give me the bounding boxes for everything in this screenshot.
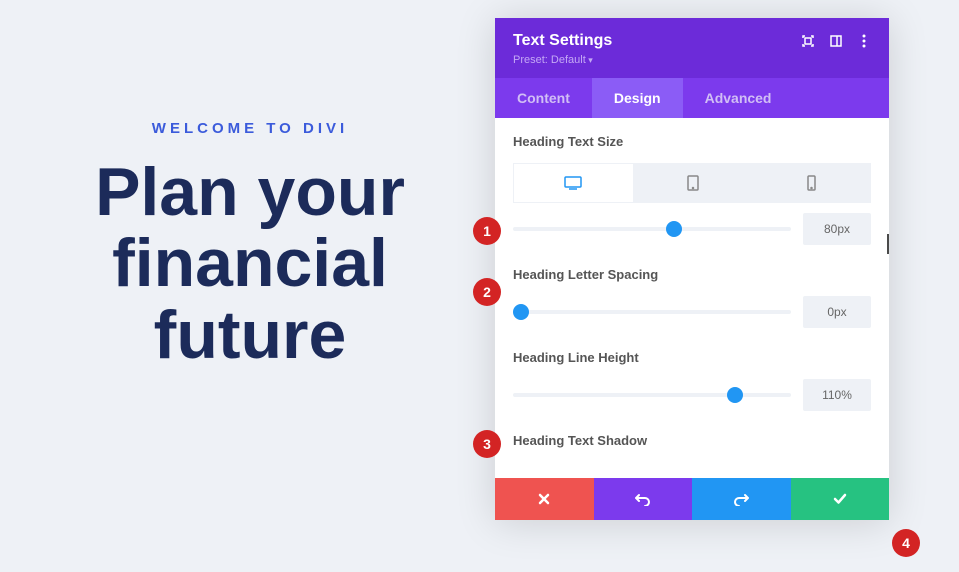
annotation-badge-3: 3 xyxy=(473,430,501,458)
letter-spacing-input[interactable] xyxy=(803,296,871,328)
cancel-button[interactable] xyxy=(495,478,594,520)
text-size-slider[interactable] xyxy=(513,227,791,231)
eyebrow-text: WELCOME TO DIVI xyxy=(50,120,450,137)
annotation-badge-1: 1 xyxy=(473,217,501,245)
panel-header: Text Settings Preset: Default xyxy=(495,18,889,78)
heading-text-size-label: Heading Text Size xyxy=(513,134,871,149)
device-desktop-button[interactable] xyxy=(513,163,634,203)
expand-icon[interactable] xyxy=(801,34,815,48)
text-shadow-label: Heading Text Shadow xyxy=(513,433,871,448)
text-size-input[interactable] xyxy=(803,213,871,245)
letter-spacing-slider-thumb[interactable] xyxy=(513,304,529,320)
confirm-button[interactable] xyxy=(791,478,890,520)
annotation-badge-2: 2 xyxy=(473,278,501,306)
line-height-label: Heading Line Height xyxy=(513,350,871,365)
menu-dots-icon[interactable] xyxy=(857,34,871,48)
line-height-slider[interactable] xyxy=(513,393,791,397)
dock-icon[interactable] xyxy=(829,34,843,48)
annotation-badge-4: 4 xyxy=(892,529,920,557)
headline-text: Plan your financial future xyxy=(50,157,450,371)
letter-spacing-slider[interactable] xyxy=(513,310,791,314)
panel-body: Heading Text Size Heading Letter Spacing xyxy=(495,118,889,478)
undo-button[interactable] xyxy=(594,478,693,520)
tab-advanced[interactable]: Advanced xyxy=(683,78,794,118)
panel-footer xyxy=(495,478,889,520)
text-size-slider-thumb[interactable] xyxy=(666,221,682,237)
line-height-slider-thumb[interactable] xyxy=(727,387,743,403)
letter-spacing-label: Heading Letter Spacing xyxy=(513,267,871,282)
device-tablet-button[interactable] xyxy=(634,163,753,203)
scrollbar-thumb[interactable] xyxy=(887,234,889,254)
line-height-input[interactable] xyxy=(803,379,871,411)
tab-design[interactable]: Design xyxy=(592,78,683,118)
preset-dropdown[interactable]: Preset: Default xyxy=(513,54,871,66)
tab-content[interactable]: Content xyxy=(495,78,592,118)
panel-title: Text Settings xyxy=(513,32,612,50)
redo-button[interactable] xyxy=(692,478,791,520)
settings-panel: Text Settings Preset: Default Content De… xyxy=(495,18,889,520)
device-phone-button[interactable] xyxy=(752,163,871,203)
settings-tabs: Content Design Advanced xyxy=(495,78,889,118)
